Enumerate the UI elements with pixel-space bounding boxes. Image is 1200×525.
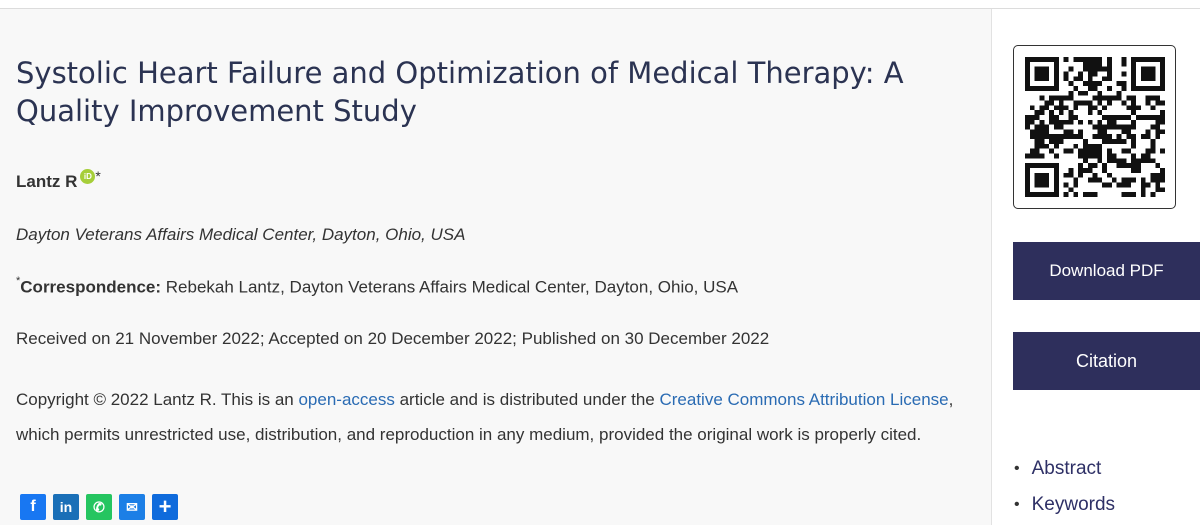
email-icon[interactable]: ✉ [119,494,145,520]
whatsapp-icon[interactable]: ✆ [86,494,112,520]
author-marker: * [95,168,101,184]
cc-license-link[interactable]: Creative Commons Attribution License [659,390,948,409]
toc-item: Abstract [1014,451,1115,487]
share-plus-icon[interactable]: + [152,494,178,520]
share-bar: f in ✆ ✉ + [20,494,178,520]
qr-code-icon [1013,45,1176,209]
correspondence: *Correspondence: Rebekah Lantz, Dayton V… [16,275,739,298]
copyright-notice: Copyright © 2022 Lantz R. This is an ope… [16,382,966,452]
table-of-contents: AbstractKeywords [1014,451,1115,523]
download-pdf-button[interactable]: Download PDF [1013,242,1200,300]
correspondence-text: Rebekah Lantz, Dayton Veterans Affairs M… [161,277,739,297]
correspondence-label: Correspondence: [20,277,162,297]
copyright-mid: article and is distributed under the [394,390,660,409]
publication-dates: Received on 21 November 2022; Accepted o… [16,329,770,348]
qr-code-graphic [1025,57,1165,197]
linkedin-icon[interactable]: in [53,494,79,520]
article-title: Systolic Heart Failure and Optimization … [16,56,904,128]
citation-button[interactable]: Citation [1013,332,1200,390]
orcid-icon[interactable]: iD [80,168,96,184]
open-access-link[interactable]: open-access [298,390,394,409]
toc-item: Keywords [1014,487,1115,523]
toc-link[interactable]: Abstract [1032,451,1102,487]
author-name[interactable]: Lantz R [16,172,77,192]
facebook-icon[interactable]: f [20,494,46,520]
article-header: Systolic Heart Failure and Optimization … [0,9,992,525]
copyright-pre: Copyright © 2022 Lantz R. This is an [16,390,299,409]
top-rule [0,0,1200,9]
correspondence-marker: * [16,275,21,287]
author-line: Lantz R iD * [16,168,101,192]
toc-link[interactable]: Keywords [1032,487,1115,523]
affiliation: Dayton Veterans Affairs Medical Center, … [16,225,466,244]
